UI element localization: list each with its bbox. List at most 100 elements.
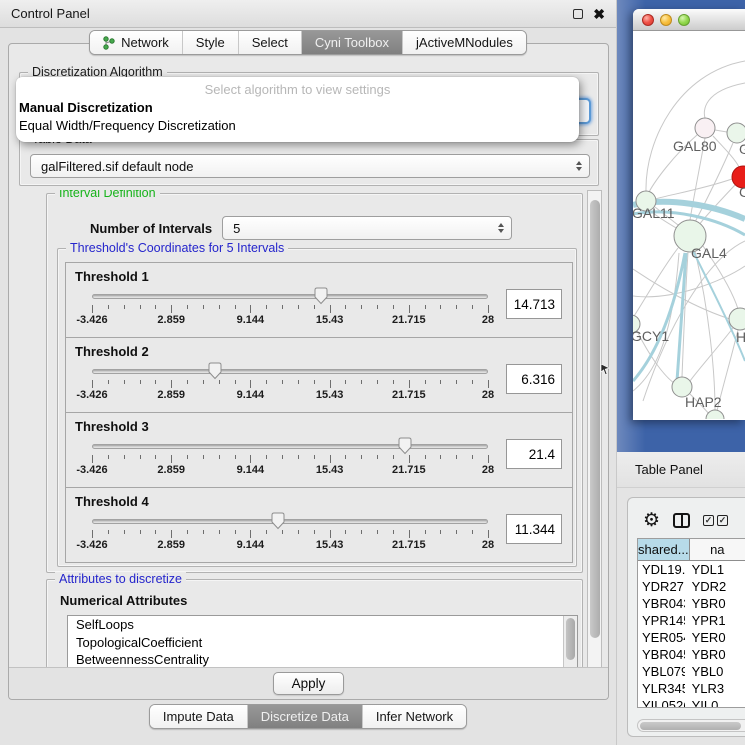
number-of-intervals-label: Number of Intervals xyxy=(90,221,212,236)
list-item[interactable]: TopologicalCoefficient xyxy=(68,634,577,652)
table-row[interactable]: YDL19...YDL1 xyxy=(638,561,745,578)
zoom-traffic-light-icon[interactable] xyxy=(678,14,690,26)
tab-style[interactable]: Style xyxy=(182,31,238,54)
table-row[interactable]: YIL052CYIL0 xyxy=(638,697,745,708)
table-cell-shared-name[interactable]: YPR145W xyxy=(638,613,686,628)
tab-discretize-data[interactable]: Discretize Data xyxy=(247,705,362,728)
table-cell-shared-name[interactable]: YDL19... xyxy=(638,562,686,577)
tab-label: Impute Data xyxy=(163,709,234,724)
tab-network[interactable]: Network xyxy=(90,31,182,54)
column-header-name[interactable]: na xyxy=(690,539,745,560)
split-columns-icon[interactable] xyxy=(673,513,690,528)
network-edge[interactable] xyxy=(715,130,727,132)
tick-mark xyxy=(488,380,489,388)
slider-track[interactable] xyxy=(92,369,488,374)
minimize-traffic-light-icon[interactable] xyxy=(660,14,672,26)
float-icon[interactable] xyxy=(573,9,583,19)
network-edge[interactable] xyxy=(633,266,745,297)
dropdown-placeholder-item[interactable]: Select algorithm to view settings xyxy=(16,80,579,99)
checkbox-icon[interactable]: ✓ xyxy=(703,515,714,526)
threshold-value-box[interactable]: 21.4 xyxy=(506,439,562,469)
tab-cyni-toolbox[interactable]: Cyni Toolbox xyxy=(301,31,402,54)
gear-icon[interactable]: ⚙ xyxy=(643,512,660,530)
threshold-value-box[interactable]: 6.316 xyxy=(506,364,562,394)
table-cell-shared-name[interactable]: YIL052C xyxy=(638,698,686,708)
table-cell-name[interactable]: YIL0 xyxy=(686,698,745,708)
threshold-slider[interactable]: -3.4262.8599.14415.4321.71528 xyxy=(92,286,488,328)
apply-button[interactable]: Apply xyxy=(273,672,345,695)
tick-mark xyxy=(456,305,457,309)
table-data-combobox[interactable]: galFiltered.sif default node xyxy=(30,154,590,178)
network-node-h[interactable] xyxy=(729,308,745,330)
list-scrollbar[interactable] xyxy=(563,616,577,669)
tick-mark xyxy=(235,380,236,384)
list-item[interactable]: SelfLoops xyxy=(68,616,577,634)
checkbox-icon[interactable]: ✓ xyxy=(717,515,728,526)
table-cell-shared-name[interactable]: YDR27... xyxy=(638,579,686,594)
threshold-body: -3.4262.8599.14415.4321.71528 11.344 xyxy=(66,509,572,553)
column-header-shared-name[interactable]: shared... xyxy=(638,539,690,560)
network-node[interactable] xyxy=(706,410,724,419)
table-cell-name[interactable]: YBR0 xyxy=(686,596,745,611)
threshold-value-box[interactable]: 14.713 xyxy=(506,289,562,319)
slider-track[interactable] xyxy=(92,294,488,299)
table-horizontal-scrollbar[interactable] xyxy=(637,719,745,732)
table-cell-shared-name[interactable]: YBR045C xyxy=(638,647,686,662)
tab-select[interactable]: Select xyxy=(238,31,301,54)
table-cell-name[interactable]: YBR0 xyxy=(686,647,745,662)
numerical-attributes-list[interactable]: SelfLoopsTopologicalCoefficientBetweenne… xyxy=(67,615,578,669)
settings-scrollbar[interactable] xyxy=(587,190,602,669)
network-edge[interactable] xyxy=(655,179,732,199)
tick-mark xyxy=(456,530,457,534)
slider-handle[interactable] xyxy=(397,437,412,455)
tick-mark xyxy=(314,380,315,384)
close-icon[interactable]: ✖ xyxy=(593,9,605,19)
slider-handle[interactable] xyxy=(207,362,222,380)
slider-handle[interactable] xyxy=(271,512,286,530)
network-canvas[interactable]: GAL80GACGAL11GAL4GCY1HHAP2 xyxy=(633,31,745,419)
threshold-slider[interactable]: -3.4262.8599.14415.4321.71528 xyxy=(92,436,488,478)
tab-jactivemnodules[interactable]: jActiveMNodules xyxy=(402,31,526,54)
table-cell-shared-name[interactable]: YBL079W xyxy=(638,664,686,679)
number-of-intervals-combobox[interactable]: 5 xyxy=(222,216,512,240)
table-cell-shared-name[interactable]: YER054C xyxy=(638,630,686,645)
table-row[interactable]: YER054CYER0 xyxy=(638,629,745,646)
slider-handle[interactable] xyxy=(313,287,328,305)
close-traffic-light-icon[interactable] xyxy=(642,14,654,26)
table-row[interactable]: YLR345WYLR3 xyxy=(638,680,745,697)
network-node-ga[interactable] xyxy=(727,123,745,143)
tick-label: -3.426 xyxy=(76,539,107,551)
table-row[interactable]: YBR045CYBR0 xyxy=(638,646,745,663)
table-row[interactable]: YPR145WYPR1 xyxy=(638,612,745,629)
threshold-slider[interactable]: -3.4262.8599.14415.4321.71528 xyxy=(92,361,488,403)
table-cell-name[interactable]: YDR2 xyxy=(686,579,745,594)
table-row[interactable]: YBR043CYBR0 xyxy=(638,595,745,612)
tick-mark xyxy=(250,530,251,538)
tab-impute-data[interactable]: Impute Data xyxy=(150,705,247,728)
table-cell-name[interactable]: YDL1 xyxy=(686,562,745,577)
checkbox-icons[interactable]: ✓ ✓ xyxy=(703,515,728,526)
threshold-slider[interactable]: -3.4262.8599.14415.4321.71528 xyxy=(92,511,488,553)
network-edge[interactable] xyxy=(633,269,745,323)
table-cell-shared-name[interactable]: YLR345W xyxy=(638,681,686,696)
dropdown-option[interactable]: Manual Discretization xyxy=(16,99,579,117)
table-cell-name[interactable]: YER0 xyxy=(686,630,745,645)
table-cell-name[interactable]: YPR1 xyxy=(686,613,745,628)
network-node-gal80[interactable] xyxy=(695,118,715,138)
table-cell-name[interactable]: YBL0 xyxy=(686,664,745,679)
slider-track[interactable] xyxy=(92,519,488,524)
table-cell-name[interactable]: YLR3 xyxy=(686,681,745,696)
tick-mark xyxy=(140,455,141,459)
node-label: GAL11 xyxy=(633,205,675,221)
table-cell-shared-name[interactable]: YBR043C xyxy=(638,596,686,611)
tab-infer-network[interactable]: Infer Network xyxy=(362,705,466,728)
table-row[interactable]: YBL079WYBL0 xyxy=(638,663,745,680)
tick-label: 9.144 xyxy=(237,539,265,551)
table-row[interactable]: YDR27...YDR2 xyxy=(638,578,745,595)
network-edge[interactable] xyxy=(704,83,745,118)
dropdown-option[interactable]: Equal Width/Frequency Discretization xyxy=(16,117,579,135)
control-panel-body: Discretization Algorithm Select algorith… xyxy=(8,43,609,700)
list-item[interactable]: BetweennessCentrality xyxy=(68,651,577,669)
slider-track[interactable] xyxy=(92,444,488,449)
threshold-value-box[interactable]: 11.344 xyxy=(506,514,562,544)
